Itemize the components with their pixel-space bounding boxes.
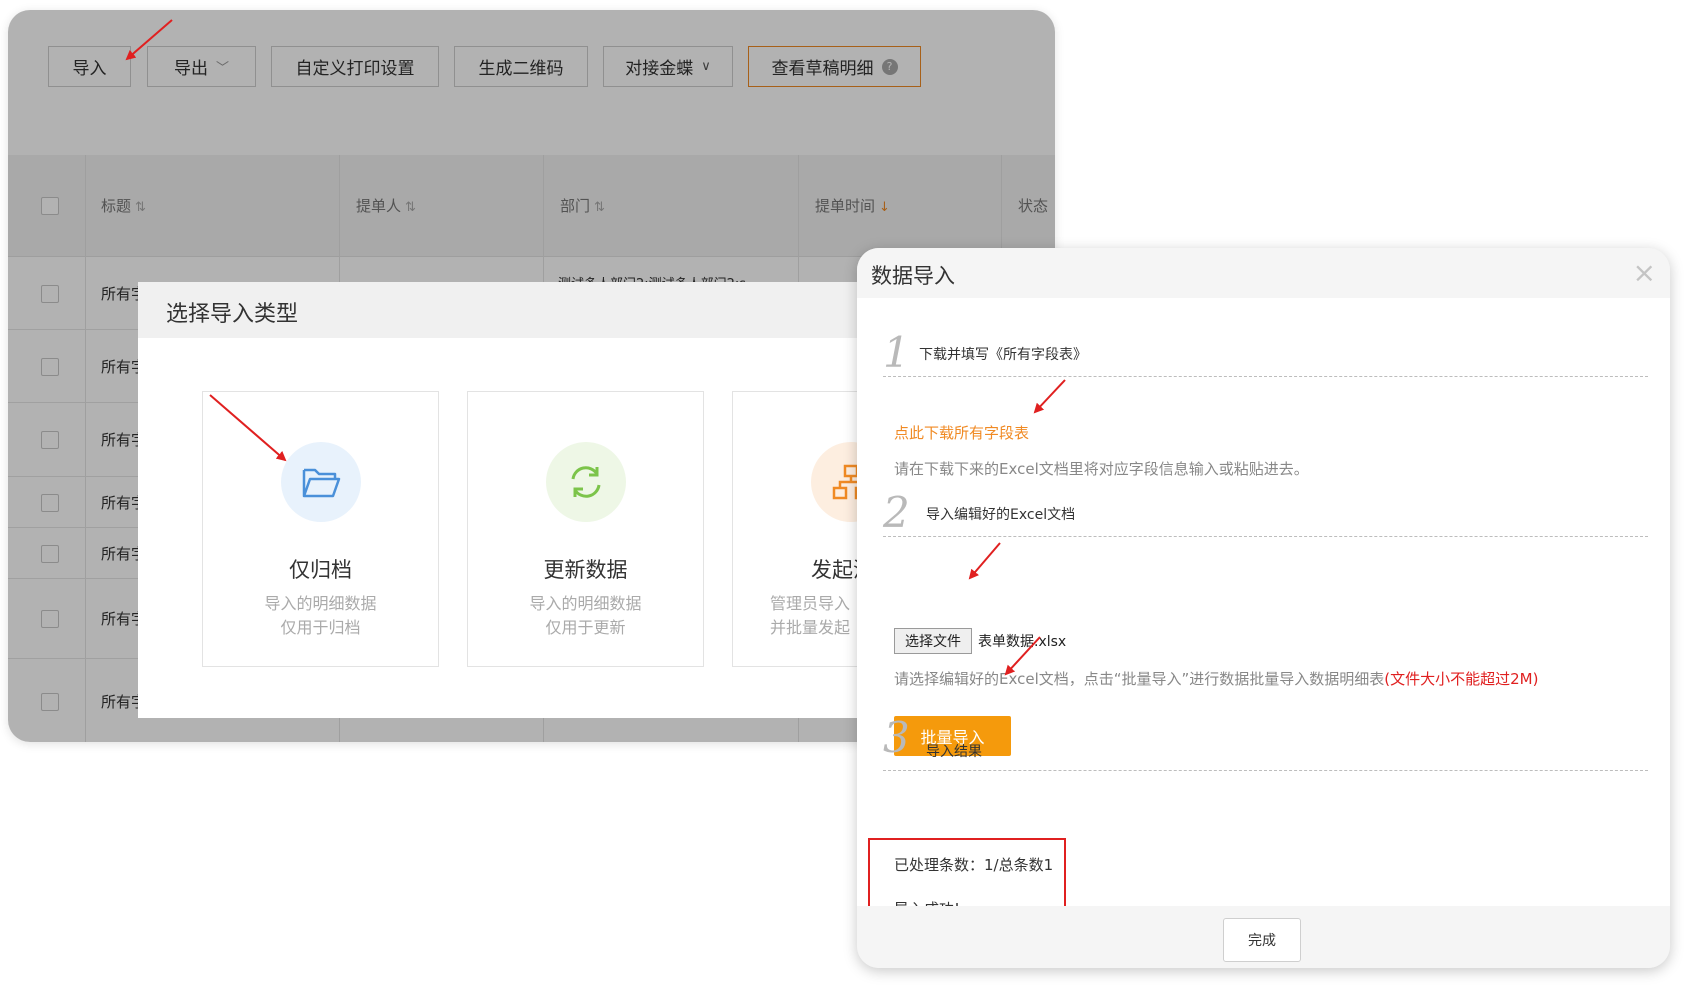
step-number: 3 [883,713,910,762]
step-title: 导入编辑好的Excel文档 [926,507,1076,523]
select-import-type-dialog: 选择导入类型 仅归档 导入的明细数据 仅用于归档 更新数据 导入的明细数据 仅用… [138,282,858,718]
divider [883,770,1648,771]
divider [883,376,1648,377]
done-button[interactable]: 完成 [1223,918,1301,962]
archive-only-card[interactable]: 仅归档 导入的明细数据 仅用于归档 [202,391,439,667]
screenshot-stage: 导入 导出 ﹀ 自定义打印设置 生成二维码 对接金蝶 ∨ 查看草稿明细? 标题 ⇅ 提… [0,0,1691,1001]
step-number: 1 [883,328,910,377]
card-desc: 导入的明细数据 [264,594,377,613]
dialog-footer: 完成 [857,906,1670,968]
step-number: 2 [883,488,910,537]
file-size-warning: (文件大小不能超过2M) [1384,670,1539,688]
dialog-title: 选择导入类型 [166,302,299,327]
update-data-card[interactable]: 更新数据 导入的明细数据 仅用于更新 [467,391,704,667]
card-desc: 仅用于更新 [545,618,626,637]
processed-count: 已处理条数：1/总条数1 [894,856,1054,874]
choose-file-button[interactable]: 选择文件 [894,628,972,654]
card-name: 发起流 [811,558,858,582]
step-title: 下载并填写《所有字段表》 [919,347,1087,363]
step2-hint: 请选择编辑好的Excel文档，点击“批量导入”进行数据批量导入数据明细表(文件大… [894,668,1538,689]
org-chart-icon [811,442,858,522]
card-desc: 管理员导入 [770,594,851,613]
close-icon[interactable]: × [1633,256,1656,289]
step2-hint-text: 请选择编辑好的Excel文档，点击“批量导入”进行数据批量导入数据明细表 [894,670,1385,688]
dialog-header: 数据导入 × [857,248,1670,298]
download-template-link[interactable]: 点此下载所有字段表 [894,422,1029,443]
step-title: 导入结果 [926,744,982,760]
card-name: 更新数据 [543,558,628,582]
card-desc: 导入的明细数据 [529,594,642,613]
refresh-icon [546,442,626,522]
start-flow-card[interactable]: 发起流 管理员导入 并批量发起 [732,391,858,667]
data-import-dialog: 数据导入 × 1 下载并填写《所有字段表》 点此下载所有字段表 请在下载下来的E… [857,248,1670,968]
card-desc: 仅用于归档 [280,618,361,637]
card-name: 仅归档 [289,558,352,582]
selected-file-name: 表单数据.xlsx [978,634,1067,650]
card-desc: 并批量发起 [770,618,851,637]
dialog-header: 选择导入类型 [138,282,858,338]
divider [883,536,1648,537]
step1-hint: 请在下载下来的Excel文档里将对应字段信息输入或粘贴进去。 [894,460,1309,478]
dialog-body: 1 下载并填写《所有字段表》 点此下载所有字段表 请在下载下来的Excel文档里… [857,298,1670,932]
folder-open-icon [281,442,361,522]
dialog-title: 数据导入 [871,264,955,288]
